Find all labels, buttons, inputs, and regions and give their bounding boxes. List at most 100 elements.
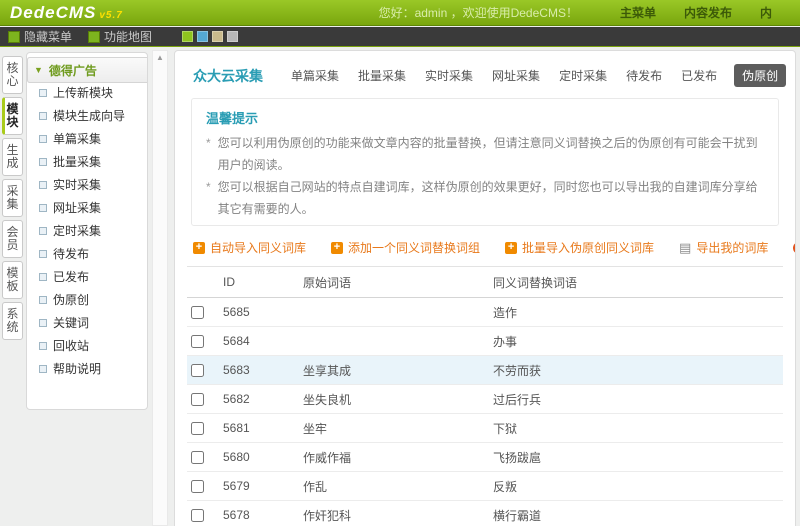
- collect-tab[interactable]: 批量采集: [356, 64, 408, 87]
- header-menu-link[interactable]: 内容发布: [684, 4, 732, 21]
- collect-tab[interactable]: 待发布: [624, 64, 664, 87]
- hide-menu-button[interactable]: 隐藏菜单: [8, 28, 72, 45]
- collect-tab[interactable]: 单篇采集: [289, 64, 341, 87]
- sidebar-entry-label: 帮助说明: [53, 360, 101, 377]
- clear-minus-icon: −: [793, 242, 796, 254]
- row-select-cell: [187, 327, 221, 356]
- sidebar-entry[interactable]: ▼ 已发布: [33, 265, 141, 288]
- row-checkbox[interactable]: [191, 480, 204, 493]
- sidebar-entry[interactable]: ▼ 模块生成向导: [33, 104, 141, 127]
- sidebar-entry-label: 批量采集: [53, 153, 101, 170]
- row-checkbox[interactable]: [191, 306, 204, 319]
- sidebar-entry-label: 模块生成向导: [53, 107, 125, 124]
- header-menu-link[interactable]: 主菜单: [620, 4, 656, 21]
- sidebar-entry-label: 单篇采集: [53, 130, 101, 147]
- plus-icon: +: [505, 242, 517, 254]
- app-header: DedeCMSv5.7 您好：admin ，欢迎使用DedeCMS！ 主菜单内容…: [0, 0, 800, 26]
- action-link[interactable]: + ▤ − 批量导入伪原创同义词库: [505, 239, 654, 256]
- bullet-square-icon: [39, 342, 47, 350]
- row-checkbox[interactable]: [191, 422, 204, 435]
- row-id-cell: 5685: [221, 298, 301, 327]
- action-link[interactable]: + ▤ − 导出我的词库: [679, 239, 768, 256]
- bullet-square-icon: [39, 89, 47, 97]
- function-map-button[interactable]: 功能地图: [88, 28, 152, 45]
- sidebar-entry[interactable]: ▼ 单篇采集: [33, 127, 141, 150]
- action-link[interactable]: + ▤ − 添加一个同义词替换词组: [331, 239, 480, 256]
- bullet-square-icon: [39, 227, 47, 235]
- sidebar-entry[interactable]: ▼ 德得广告: [27, 57, 148, 83]
- id-column-header: ID: [221, 267, 301, 298]
- theme-color-swatch[interactable]: [182, 31, 193, 42]
- collect-tab[interactable]: 定时采集: [557, 64, 609, 87]
- action-links-row: + ▤ − 自动导入同义词库 + ▤ − 添加一个同义词替换词组 + ▤ − 批: [175, 226, 795, 266]
- sidebar-entry[interactable]: ▼ 批量采集: [33, 150, 141, 173]
- sidebar-entry-label: 实时采集: [53, 176, 101, 193]
- row-original-cell: [301, 327, 491, 356]
- row-checkbox[interactable]: [191, 393, 204, 406]
- sidebar-entry[interactable]: ▼ 伪原创: [33, 288, 141, 311]
- dedecms-logo: DedeCMSv5.7: [10, 3, 123, 23]
- tips-title: 温馨提示: [206, 108, 764, 127]
- row-checkbox[interactable]: [191, 451, 204, 464]
- page-title: 众大云采集: [193, 66, 263, 86]
- sidebar-entry-label: 上传新模块: [53, 84, 113, 101]
- frame-scrollbar[interactable]: ▲: [152, 50, 168, 526]
- action-link[interactable]: + ▤ − 清空伪原创词库: [793, 239, 796, 256]
- theme-color-swatch[interactable]: [197, 31, 208, 42]
- theme-color-swatch[interactable]: [227, 31, 238, 42]
- tip-text: 您可以利用伪原创的功能来做文章内容的批量替换，但请注意同义词替换之后的伪原创有可…: [218, 132, 764, 176]
- synonym-column-header: 同义词替换词语: [491, 267, 783, 298]
- sidebar-entry[interactable]: ▼ 网址采集: [33, 196, 141, 219]
- row-checkbox[interactable]: [191, 509, 204, 522]
- row-id-cell: 5682: [221, 385, 301, 414]
- collect-tab[interactable]: 网址采集: [490, 64, 542, 87]
- sidebar-entry[interactable]: ▼ 定时采集: [33, 219, 141, 242]
- row-select-cell: [187, 356, 221, 385]
- row-id-cell: 5680: [221, 443, 301, 472]
- bullet-square-icon: [39, 319, 47, 327]
- bullet-square-icon: [39, 135, 47, 143]
- header-menu-link[interactable]: 内: [760, 4, 772, 21]
- tip-item: * 您可以利用伪原创的功能来做文章内容的批量替换，但请注意同义词替换之后的伪原创…: [206, 132, 764, 176]
- module-tab[interactable]: 生成: [2, 138, 23, 176]
- sidebar-menu: ▼ 模块管理 ▼ 模块管理 ▼ 上传新模块 ▼ 模块生成向导: [26, 52, 148, 410]
- module-tab[interactable]: 系统: [2, 302, 23, 340]
- collect-tab[interactable]: 已发布: [679, 64, 719, 87]
- row-select-cell: [187, 472, 221, 501]
- sidebar-entry[interactable]: ▼ 回收站: [33, 334, 141, 357]
- action-link-label: 添加一个同义词替换词组: [348, 239, 480, 256]
- collect-tabs: 单篇采集批量采集实时采集网址采集定时采集待发布已发布伪原创关键词回收站帮助说明: [289, 64, 796, 87]
- bullet-square-icon: [39, 365, 47, 373]
- sidebar-entry[interactable]: ▼ 待发布: [33, 242, 141, 265]
- action-link-label: 导出我的词库: [696, 239, 768, 256]
- collect-tab[interactable]: 实时采集: [423, 64, 475, 87]
- module-tab[interactable]: 模块: [2, 97, 23, 135]
- action-link[interactable]: + ▤ − 自动导入同义词库: [193, 239, 306, 256]
- scroll-up-arrow-icon[interactable]: ▲: [153, 51, 167, 65]
- sidebar-entry-label: 已发布: [53, 268, 89, 285]
- asterisk-bullet-icon: *: [206, 176, 211, 220]
- header-right: 您好：admin ，欢迎使用DedeCMS！ 主菜单内容发布内: [379, 4, 800, 21]
- tip-text: 您可以根据自己网站的特点自建词库，这样伪原创的效果更好，同时您也可以导出我的自建…: [218, 176, 764, 220]
- sidebar-entry[interactable]: ▼ 上传新模块: [33, 81, 141, 104]
- row-checkbox[interactable]: [191, 364, 204, 377]
- row-id-cell: 5681: [221, 414, 301, 443]
- select-column-header: [187, 267, 221, 298]
- collect-tab[interactable]: 伪原创: [734, 64, 786, 87]
- theme-color-swatch[interactable]: [212, 31, 223, 42]
- sidebar-entry-label: 待发布: [53, 245, 89, 262]
- module-tab[interactable]: 模板: [2, 261, 23, 299]
- sidebar-entry[interactable]: ▼ 帮助说明: [33, 357, 141, 380]
- row-original-cell: 作奸犯科: [301, 501, 491, 526]
- row-original-cell: 作乱: [301, 472, 491, 501]
- row-id-cell: 5683: [221, 356, 301, 385]
- row-checkbox[interactable]: [191, 335, 204, 348]
- table-row: 5678 作奸犯科 横行霸道: [187, 501, 783, 526]
- sidebar-entry[interactable]: ▼ 关键词: [33, 311, 141, 334]
- function-map-icon: [88, 31, 100, 43]
- module-tab[interactable]: 核心: [2, 56, 23, 94]
- sidebar-entry[interactable]: ▼ 实时采集: [33, 173, 141, 196]
- module-tab[interactable]: 采集: [2, 179, 23, 217]
- action-link-label: 批量导入伪原创同义词库: [522, 239, 654, 256]
- module-tab[interactable]: 会员: [2, 220, 23, 258]
